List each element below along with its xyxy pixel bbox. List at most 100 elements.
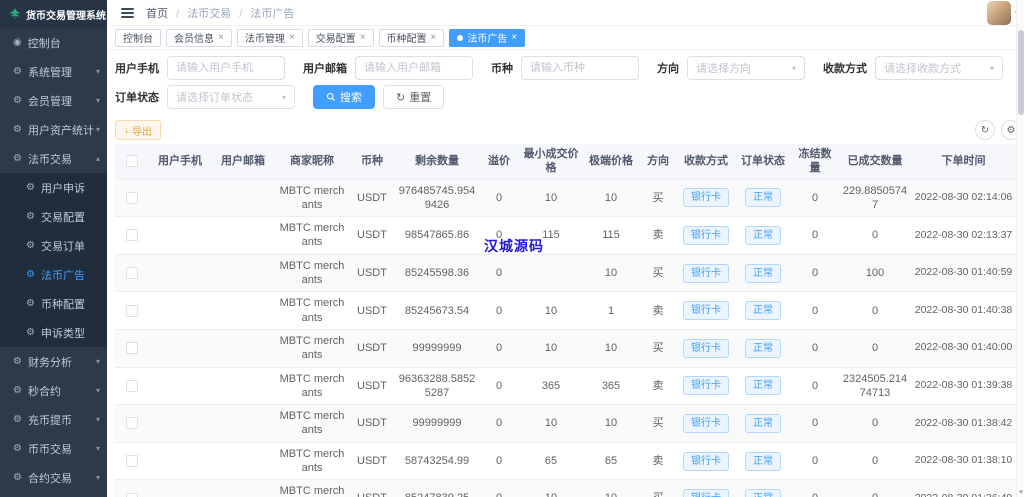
cell-extreme-price: 1 [583,292,639,330]
sidebar-item-contract-trade[interactable]: ⚙ 合约交易 ▾ [0,463,107,492]
sidebar-item-members[interactable]: ⚙ 会员管理 ▾ [0,86,107,115]
col-order-time: 下单时间 [911,144,1016,179]
row-checkbox[interactable] [126,493,138,497]
payment-badge: 银行卡 [683,188,729,207]
sidebar-item-user-assets[interactable]: ⚙ 用户资产统计 ▾ [0,115,107,144]
sidebar-item-fiat-ads[interactable]: ⚙ 法币广告 [0,260,107,289]
sidebar-item-system[interactable]: ⚙ 系统管理 ▾ [0,57,107,86]
col-payment: 收款方式 [677,144,735,179]
order-status-select[interactable]: 请选择订单状态 ▾ [167,85,295,109]
cell-frozen: 0 [791,405,839,443]
sidebar-item-trade-config[interactable]: ⚙ 交易配置 [0,202,107,231]
cell-order-time: 2022-08-30 01:38:10 [911,442,1016,480]
tab-dashboard[interactable]: 控制台 [115,29,161,47]
table-header-row: 用户手机 用户邮箱 商家昵称 币种 剩余数量 溢价 最小成交价格 极端价格 方向… [115,144,1016,179]
sidebar-item-dashboard[interactable]: ◉ 控制台 [0,28,107,57]
cell-order-time: 2022-08-30 02:14:06 [911,179,1016,217]
cell-user-email [211,442,275,480]
sidebar-item-label: 用户资产统计 [28,122,94,138]
sidebar-item-fiat-trade[interactable]: ⚙ 法币交易 ▴ [0,144,107,173]
row-select-cell [115,254,149,292]
gear-icon: ⚙ [26,240,35,251]
cell-payment: 银行卡 [677,254,735,292]
status-badge: 正常 [745,226,781,245]
row-checkbox[interactable] [126,305,138,317]
cell-merchant-nickname: MBTC merchants [275,217,349,255]
col-coin: 币种 [349,144,395,179]
sidebar-item-finance-analysis[interactable]: ⚙ 财务分析 ▾ [0,347,107,376]
breadcrumb-home[interactable]: 首页 [146,8,168,20]
row-checkbox[interactable] [126,380,138,392]
cell-extreme-price: 10 [583,254,639,292]
search-button[interactable]: 搜索 [313,85,375,109]
select-all-checkbox[interactable] [126,155,138,167]
sidebar-item-appeal-types[interactable]: ⚙ 申诉类型 [0,318,107,347]
cell-payment: 银行卡 [677,329,735,367]
user-menu[interactable]: ▾ [987,1,1019,25]
gear-icon: ⚙ [13,66,22,77]
row-checkbox[interactable] [126,455,138,467]
close-icon[interactable]: × [511,32,517,43]
sidebar-item-label: 法币广告 [41,267,85,283]
row-checkbox[interactable] [126,267,138,279]
cell-min-price: 10 [519,480,583,497]
payment-badge: 银行卡 [683,339,729,358]
cell-coin: USDT [349,292,395,330]
tab-coin-config[interactable]: 币种配置 × [379,29,445,47]
cell-coin: USDT [349,329,395,367]
breadcrumb-fiat-trade[interactable]: 法币交易 [187,8,231,20]
close-icon[interactable]: × [431,32,437,43]
row-checkbox[interactable] [126,229,138,241]
coin-input[interactable] [521,56,639,80]
payment-select[interactable]: 请选择收款方式 ▾ [875,56,1003,80]
gear-icon: ⚙ [26,182,35,193]
cell-filled: 0 [839,329,911,367]
refresh-button[interactable]: ↻ [975,120,995,140]
sidebar-item-coin-config[interactable]: ⚙ 币种配置 [0,289,107,318]
scrollbar-thumb[interactable] [1018,30,1024,115]
col-premium: 溢价 [479,144,519,179]
tab-fiat-ads[interactable]: 法币广告 × [449,29,525,47]
row-checkbox[interactable] [126,342,138,354]
cell-order-time: 2022-08-30 01:40:59 [911,254,1016,292]
sidebar-collapse-icon[interactable] [121,8,134,18]
select-all-cell [115,144,149,179]
col-direction: 方向 [639,144,677,179]
breadcrumb-separator: / [176,8,179,20]
email-input[interactable] [355,56,473,80]
col-extreme-price: 极端价格 [583,144,639,179]
coin-filter-label: 币种 [491,60,513,76]
table-row: MBTC merchants USDT 85247839.25 0 10 10 … [115,480,1016,497]
sidebar-item-user-appeal[interactable]: ⚙ 用户申诉 [0,173,107,202]
chevron-down-icon: ▾ [96,444,100,453]
export-button[interactable]: ↓ 导出 [115,120,161,140]
sidebar-item-spot-trade[interactable]: ⚙ 币币交易 ▾ [0,434,107,463]
row-checkbox[interactable] [126,417,138,429]
close-icon[interactable]: × [218,32,224,43]
cell-frozen: 0 [791,254,839,292]
close-icon[interactable]: × [289,32,295,43]
gear-icon: ⚙ [13,414,22,425]
tab-trade-config[interactable]: 交易配置 × [308,29,374,47]
chevron-down-icon: ▾ [96,67,100,76]
reset-button-label: 重置 [409,89,431,105]
reset-button[interactable]: ↻ 重置 [383,85,444,109]
close-icon[interactable]: × [360,32,366,43]
sidebar-item-label: 控制台 [28,35,61,51]
phone-input[interactable] [167,56,285,80]
payment-badge: 银行卡 [683,376,729,395]
direction-select[interactable]: 请选择方向 ▾ [687,56,805,80]
tab-fiat-manage[interactable]: 法币管理 × [237,29,303,47]
sidebar-item-second-contract[interactable]: ⚙ 秒合约 ▾ [0,376,107,405]
sidebar-item-deposit-withdraw[interactable]: ⚙ 充币提币 ▾ [0,405,107,434]
scroll-down-icon[interactable]: ▾ [1017,488,1024,496]
row-checkbox[interactable] [126,192,138,204]
sidebar-item-label: 交易配置 [41,209,85,225]
cell-user-phone [149,329,211,367]
sidebar-item-trade-orders[interactable]: ⚙ 交易订单 [0,231,107,260]
row-select-cell [115,217,149,255]
tab-member-info[interactable]: 会员信息 × [166,29,232,47]
avatar[interactable] [987,1,1011,25]
tab-label: 交易配置 [316,30,356,45]
chevron-down-icon: ▾ [792,64,796,73]
